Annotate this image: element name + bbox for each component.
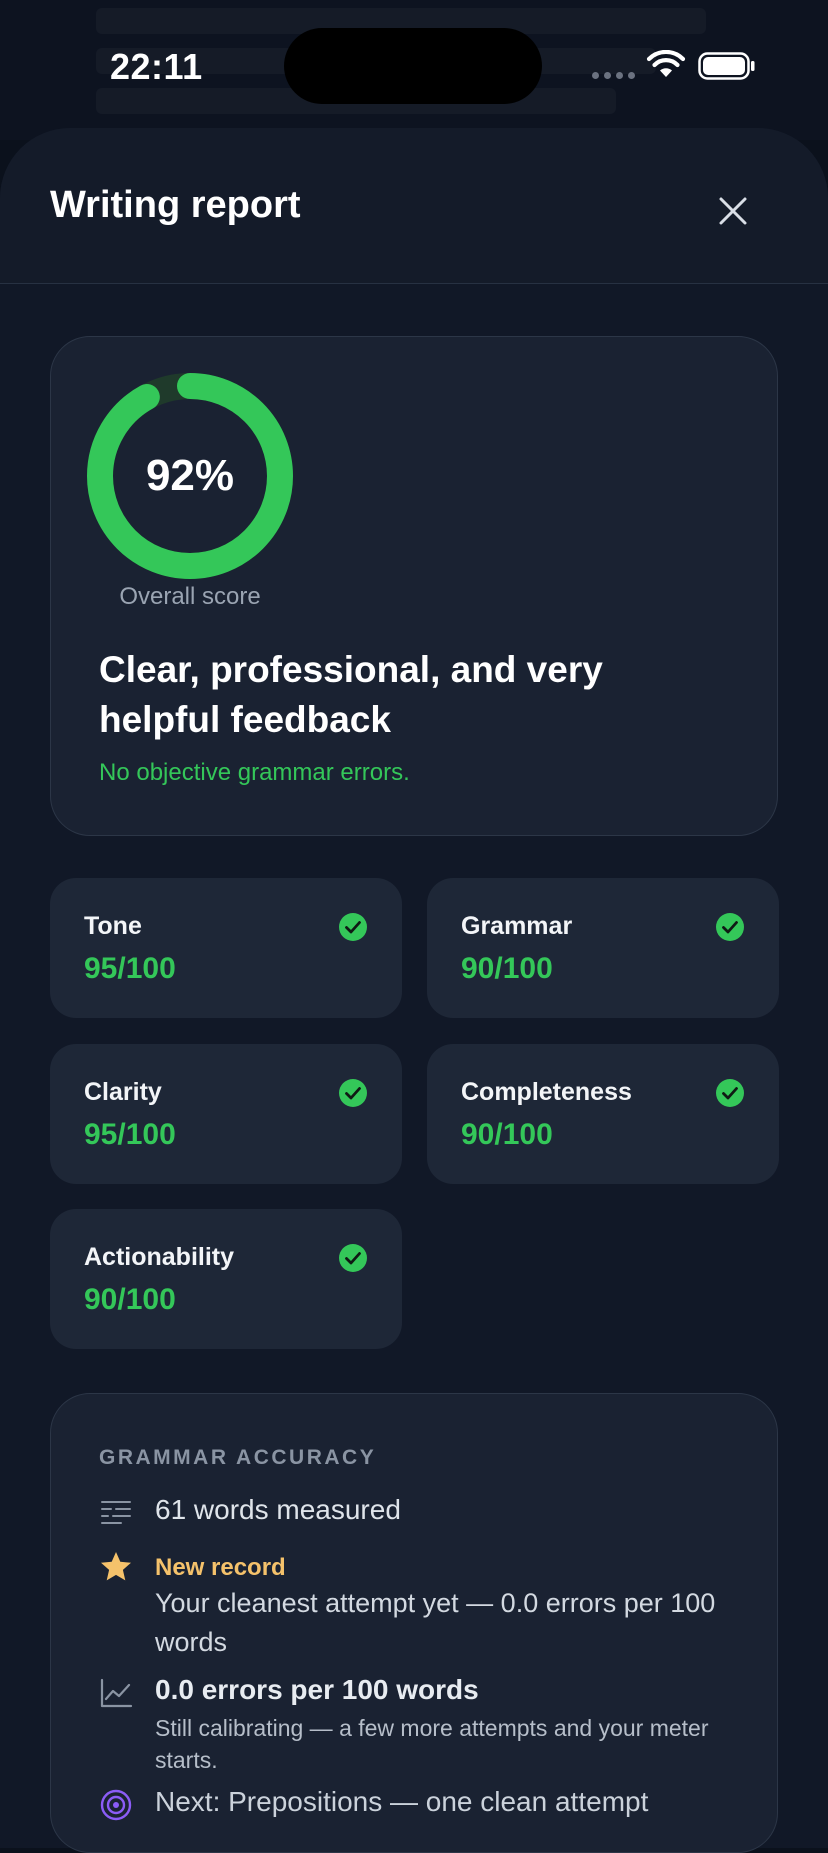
status-bar: 22:11 (0, 0, 828, 130)
metric-tile-clarity: Clarity 95/100 (50, 1044, 402, 1184)
metric-label: Grammar (461, 912, 573, 940)
line-chart-icon (100, 1678, 133, 1708)
overall-score-card: 92% Overall score Clear, professional, a… (50, 336, 778, 836)
next-target-text: Next: Prepositions — one clean attempt (155, 1786, 649, 1817)
metric-score: 90/100 (84, 1283, 176, 1316)
grammar-accuracy-card: GRAMMAR ACCURACY 61 words measured New r… (50, 1393, 778, 1853)
metric-label: Actionability (84, 1243, 235, 1271)
cellular-signal-icon (592, 72, 635, 79)
score-subtext: No objective grammar errors. (99, 759, 410, 786)
metric-label: Completeness (461, 1078, 632, 1106)
battery-icon (698, 52, 755, 80)
metric-score: 90/100 (461, 952, 553, 985)
check-circle-icon (339, 1079, 367, 1107)
target-icon (100, 1789, 132, 1821)
metric-tile-actionability: Actionability 90/100 (50, 1209, 402, 1349)
close-button[interactable] (712, 190, 754, 232)
errors-rate-body: Still calibrating — a few more attempts … (155, 1715, 709, 1773)
overall-score-caption: Overall score (119, 583, 261, 610)
dynamic-island (284, 28, 542, 104)
metric-tile-grammar: Grammar 90/100 (427, 878, 779, 1018)
overall-score-value: 92% (145, 451, 235, 500)
check-circle-icon (339, 1244, 367, 1272)
check-circle-icon (716, 913, 744, 941)
new-record-body: Your cleanest attempt yet — 0.0 errors p… (155, 1588, 716, 1657)
status-time: 22:11 (110, 46, 203, 87)
metric-score: 95/100 (84, 1118, 176, 1151)
metric-label: Tone (84, 912, 142, 940)
score-ring: 92% (85, 371, 295, 581)
grammar-accuracy-heading: GRAMMAR ACCURACY (99, 1446, 377, 1469)
check-circle-icon (339, 913, 367, 941)
check-circle-icon (716, 1079, 744, 1107)
text-lines-icon (101, 1501, 131, 1524)
star-icon (101, 1552, 131, 1581)
wifi-icon (646, 50, 686, 77)
close-icon (719, 197, 747, 225)
metric-score: 95/100 (84, 952, 176, 985)
sheet-title: Writing report (50, 184, 301, 226)
score-headline: Clear, professional, and very helpful fe… (99, 649, 603, 740)
errors-rate-title: 0.0 errors per 100 words (155, 1674, 479, 1705)
metric-score: 90/100 (461, 1118, 553, 1151)
sheet-header: Writing report (0, 128, 828, 284)
metric-tile-tone: Tone 95/100 (50, 878, 402, 1018)
words-measured: 61 words measured (155, 1494, 401, 1525)
metric-tile-completeness: Completeness 90/100 (427, 1044, 779, 1184)
new-record-title: New record (155, 1554, 286, 1581)
metric-label: Clarity (84, 1078, 162, 1106)
